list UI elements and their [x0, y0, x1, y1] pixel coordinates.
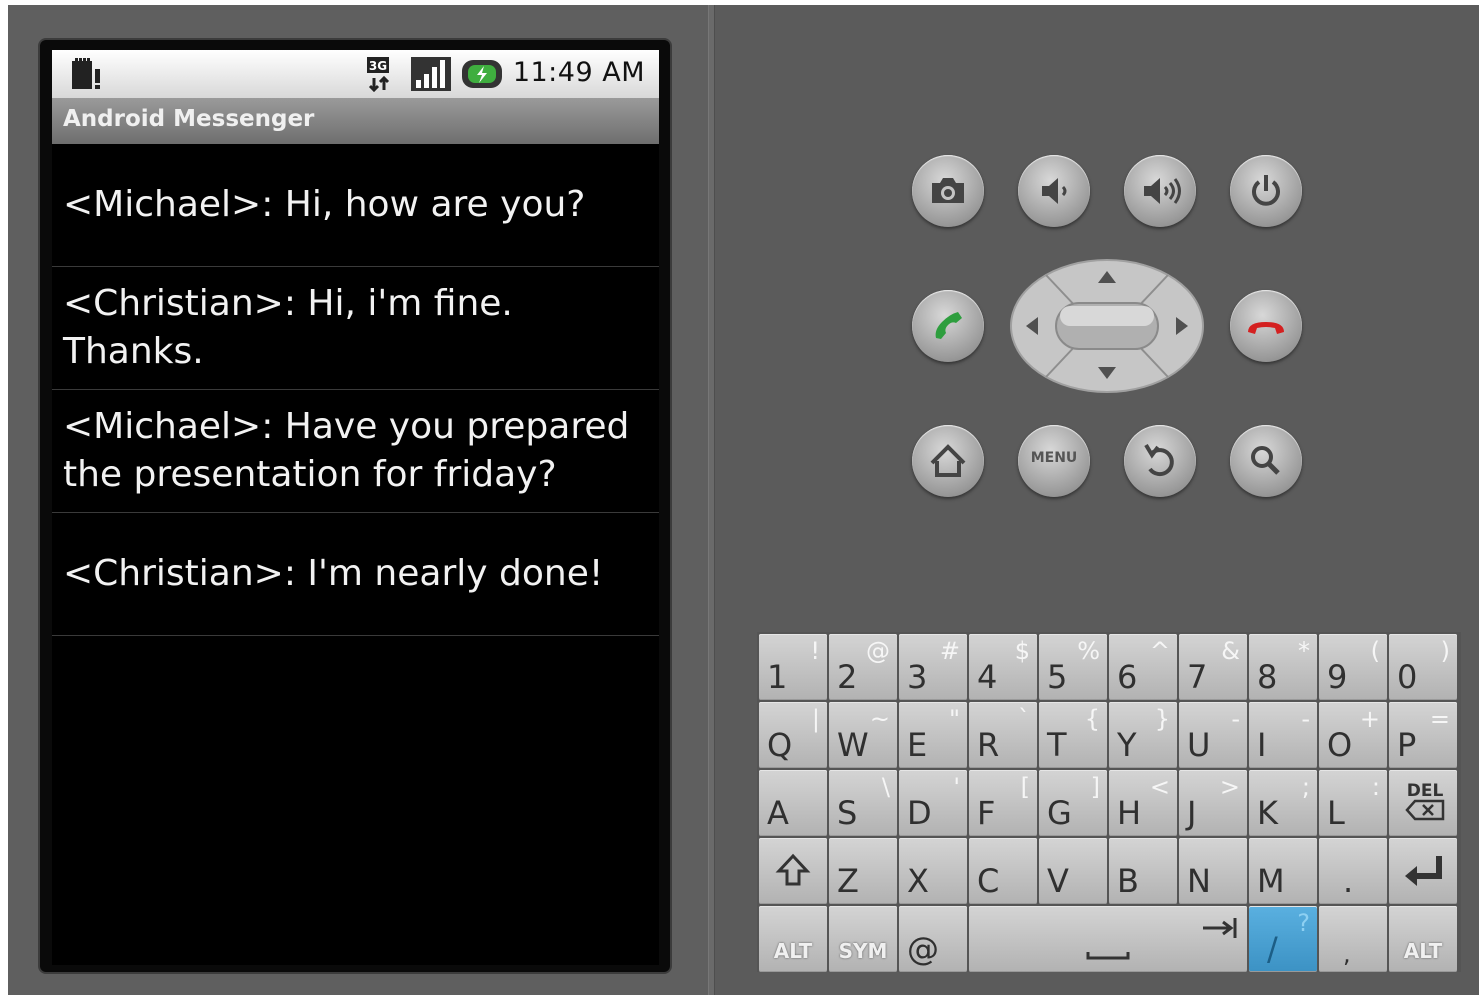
svg-text:DEL: DEL: [1407, 781, 1444, 801]
key-b[interactable]: B: [1109, 838, 1177, 904]
key-z[interactable]: Z: [829, 838, 897, 904]
key-u[interactable]: U-: [1179, 702, 1247, 768]
hardware-keyboard: 1! 2 @ 3 # 4 $ 5% 6 ^ 7 & 8 * 9( 0) Q | W ~ E " R…: [757, 632, 1461, 972]
message-list: <Michael>: Hi, how are you? <Christian>:…: [52, 144, 659, 636]
power-button[interactable]: [1230, 155, 1302, 227]
key-v[interactable]: V: [1039, 838, 1107, 904]
key-s[interactable]: S \: [829, 770, 897, 836]
app-title: Android Messenger: [63, 106, 315, 132]
volume-down-icon: [1042, 178, 1067, 204]
3g-data-icon: 3G: [367, 57, 390, 92]
enter-icon: [1405, 856, 1442, 886]
message-item[interactable]: <Michael>: Hi, how are you?: [52, 144, 659, 267]
key-9[interactable]: 9(: [1319, 634, 1387, 700]
key-2[interactable]: 2 @: [829, 634, 897, 700]
key-h[interactable]: H <: [1109, 770, 1177, 836]
key-m[interactable]: M: [1249, 838, 1317, 904]
key-4[interactable]: 4 $: [969, 634, 1037, 700]
space-tab-icon: [1086, 918, 1237, 960]
dpad-icon: [1010, 259, 1204, 393]
key-6[interactable]: 6 ^: [1109, 634, 1177, 700]
key-f[interactable]: F[: [969, 770, 1037, 836]
key-t[interactable]: T{: [1039, 702, 1107, 768]
app-title-bar: Android Messenger: [52, 98, 659, 144]
message-item[interactable]: <Michael>: Have you prepared the present…: [52, 390, 659, 513]
key-d[interactable]: D ': [899, 770, 967, 836]
key-delete[interactable]: DEL: [1389, 770, 1457, 836]
key-g[interactable]: G]: [1039, 770, 1107, 836]
end-call-button[interactable]: [1230, 290, 1302, 362]
key-alt-left[interactable]: ALT: [759, 906, 827, 972]
key-at[interactable]: @: [899, 906, 967, 972]
key-enter[interactable]: [1389, 838, 1457, 904]
search-button[interactable]: [1230, 425, 1302, 497]
search-icon: [1251, 446, 1280, 475]
delete-icon: DEL: [1405, 781, 1445, 821]
key-1[interactable]: 1!: [759, 634, 827, 700]
home-icon: [930, 444, 966, 477]
key-period[interactable]: .: [1319, 838, 1387, 904]
key-o[interactable]: O +: [1319, 702, 1387, 768]
menu-label: MENU: [1030, 450, 1078, 466]
status-bar: 3G 11:49 AM: [52, 50, 659, 98]
key-w[interactable]: W ~: [829, 702, 897, 768]
key-r[interactable]: R `: [969, 702, 1037, 768]
back-icon: [1144, 443, 1174, 477]
key-7[interactable]: 7 &: [1179, 634, 1247, 700]
key-5[interactable]: 5%: [1039, 634, 1107, 700]
status-clock: 11:49 AM: [512, 57, 645, 88]
key-p[interactable]: P =: [1389, 702, 1457, 768]
device-screen: 3G 11:49 AM Android Messenger <Michael>:…: [52, 50, 659, 965]
volume-down-button[interactable]: [1018, 155, 1090, 227]
key-k[interactable]: K;: [1249, 770, 1317, 836]
key-sym[interactable]: SYM: [829, 906, 897, 972]
dpad[interactable]: [1008, 257, 1206, 395]
end-call-icon: [1248, 322, 1284, 334]
key-c[interactable]: C: [969, 838, 1037, 904]
call-button[interactable]: [912, 290, 984, 362]
message-text: <Michael>: Have you prepared the present…: [63, 406, 630, 495]
key-0[interactable]: 0): [1389, 634, 1457, 700]
signal-strength-icon: [411, 57, 451, 91]
key-slash[interactable]: /?: [1249, 906, 1317, 972]
key-i[interactable]: I-: [1249, 702, 1317, 768]
key-l[interactable]: L:: [1319, 770, 1387, 836]
key-comma[interactable]: ,: [1319, 906, 1387, 972]
back-button[interactable]: [1124, 425, 1196, 497]
battery-charging-icon: [462, 60, 502, 88]
panel-divider: [708, 5, 715, 995]
key-shift[interactable]: [759, 838, 827, 904]
key-q[interactable]: Q |: [759, 702, 827, 768]
home-button[interactable]: [912, 425, 984, 497]
key-j[interactable]: J >: [1179, 770, 1247, 836]
key-x[interactable]: X: [899, 838, 967, 904]
message-text: <Michael>: Hi, how are you?: [63, 184, 586, 225]
key-space[interactable]: [969, 906, 1247, 972]
key-a[interactable]: A: [759, 770, 827, 836]
menu-button[interactable]: MENU: [1018, 425, 1090, 497]
message-item[interactable]: <Christian>: Hi, i'm fine. Thanks.: [52, 267, 659, 390]
message-text: <Christian>: Hi, i'm fine. Thanks.: [63, 283, 513, 372]
status-icons: 3G: [366, 54, 506, 94]
camera-button[interactable]: [912, 155, 984, 227]
shift-icon: [775, 853, 811, 886]
power-icon: [1252, 175, 1280, 206]
camera-icon: [932, 178, 964, 203]
volume-up-button[interactable]: [1124, 155, 1196, 227]
key-e[interactable]: E ": [899, 702, 967, 768]
phone-call-icon: [935, 312, 962, 339]
svg-text:3G: 3G: [369, 59, 387, 73]
key-alt-right[interactable]: ALT: [1389, 906, 1457, 972]
message-text: <Christian>: I'm nearly done!: [63, 553, 604, 594]
volume-up-icon: [1144, 178, 1181, 204]
key-y[interactable]: Y}: [1109, 702, 1177, 768]
key-8[interactable]: 8 *: [1249, 634, 1317, 700]
message-item[interactable]: <Christian>: I'm nearly done!: [52, 513, 659, 636]
key-n[interactable]: N: [1179, 838, 1247, 904]
key-3[interactable]: 3 #: [899, 634, 967, 700]
sd-card-icon: [72, 58, 100, 89]
